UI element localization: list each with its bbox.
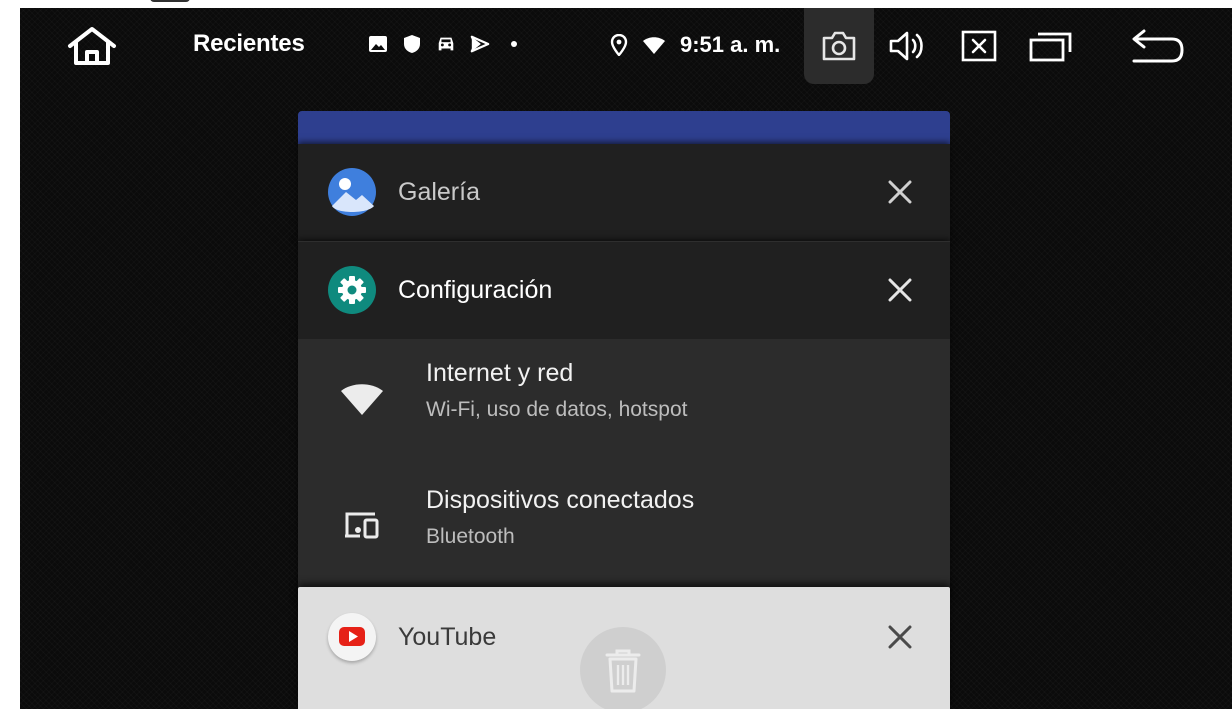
app-name: YouTube xyxy=(398,622,497,651)
close-icon xyxy=(888,180,912,204)
location-icon xyxy=(610,34,628,56)
recents-screen: Recientes 9:51 a. m. Galería Configuraci… xyxy=(20,8,1232,709)
clock: 9:51 a. m. xyxy=(680,32,781,57)
page-title: Recientes xyxy=(193,30,305,57)
card-header: Configuración xyxy=(298,242,950,338)
dismiss-button[interactable] xyxy=(884,621,916,653)
wifi-icon xyxy=(643,37,665,54)
app-name: Galería xyxy=(398,177,480,206)
dismiss-button[interactable] xyxy=(884,176,916,208)
youtube-app-icon xyxy=(328,613,376,661)
close-app-button[interactable] xyxy=(954,26,1004,66)
wifi-icon xyxy=(334,339,390,459)
setting-subtitle: Wi-Fi, uso de datos, hotspot xyxy=(426,398,688,421)
app-preview[interactable]: Internet y red Wi-Fi, uso de datos, hots… xyxy=(298,339,950,589)
shield-icon xyxy=(402,34,422,54)
screenshot-button[interactable] xyxy=(804,8,874,84)
system-status: 9:51 a. m. xyxy=(610,32,780,58)
setting-title: Dispositivos conectados xyxy=(426,486,695,514)
status-bar: Recientes 9:51 a. m. xyxy=(20,8,1232,84)
recents-button[interactable] xyxy=(1026,26,1076,66)
recents-icon xyxy=(1029,32,1072,62)
cropped-header-fragment xyxy=(150,0,190,2)
screenshot-camera-icon xyxy=(822,31,856,61)
volume-button[interactable] xyxy=(882,26,932,66)
app-name: Configuración xyxy=(398,275,553,304)
back-button[interactable] xyxy=(1128,26,1188,66)
navigation-icon xyxy=(470,34,490,54)
close-icon xyxy=(888,278,912,302)
back-icon xyxy=(1132,29,1184,63)
connected-devices-icon xyxy=(334,465,390,585)
close-box-icon xyxy=(961,30,997,62)
card-header: Galería xyxy=(298,144,950,240)
volume-icon xyxy=(889,31,923,61)
clear-all-button[interactable] xyxy=(580,627,666,709)
setting-item-internet[interactable]: Internet y red Wi-Fi, uso de datos, hots… xyxy=(298,339,950,459)
settings-app-icon xyxy=(328,266,376,314)
trash-icon xyxy=(605,649,641,693)
recent-card-galeria[interactable]: Galería xyxy=(298,144,950,241)
home-icon xyxy=(68,27,116,65)
dot-icon xyxy=(504,34,524,54)
recent-card-configuracion[interactable]: Configuración Internet y red Wi-Fi, uso … xyxy=(298,241,950,601)
gallery-icon xyxy=(368,34,388,54)
close-icon xyxy=(888,625,912,649)
car-icon xyxy=(436,34,456,54)
recent-card-youtube[interactable]: YouTube xyxy=(298,587,950,709)
setting-title: Internet y red xyxy=(426,359,574,387)
setting-subtitle: Bluetooth xyxy=(426,525,515,548)
setting-item-devices[interactable]: Dispositivos conectados Bluetooth xyxy=(298,465,950,585)
home-button[interactable] xyxy=(62,26,122,66)
notification-icons xyxy=(368,34,524,54)
gallery-app-icon xyxy=(328,168,376,216)
dismiss-button[interactable] xyxy=(884,274,916,306)
